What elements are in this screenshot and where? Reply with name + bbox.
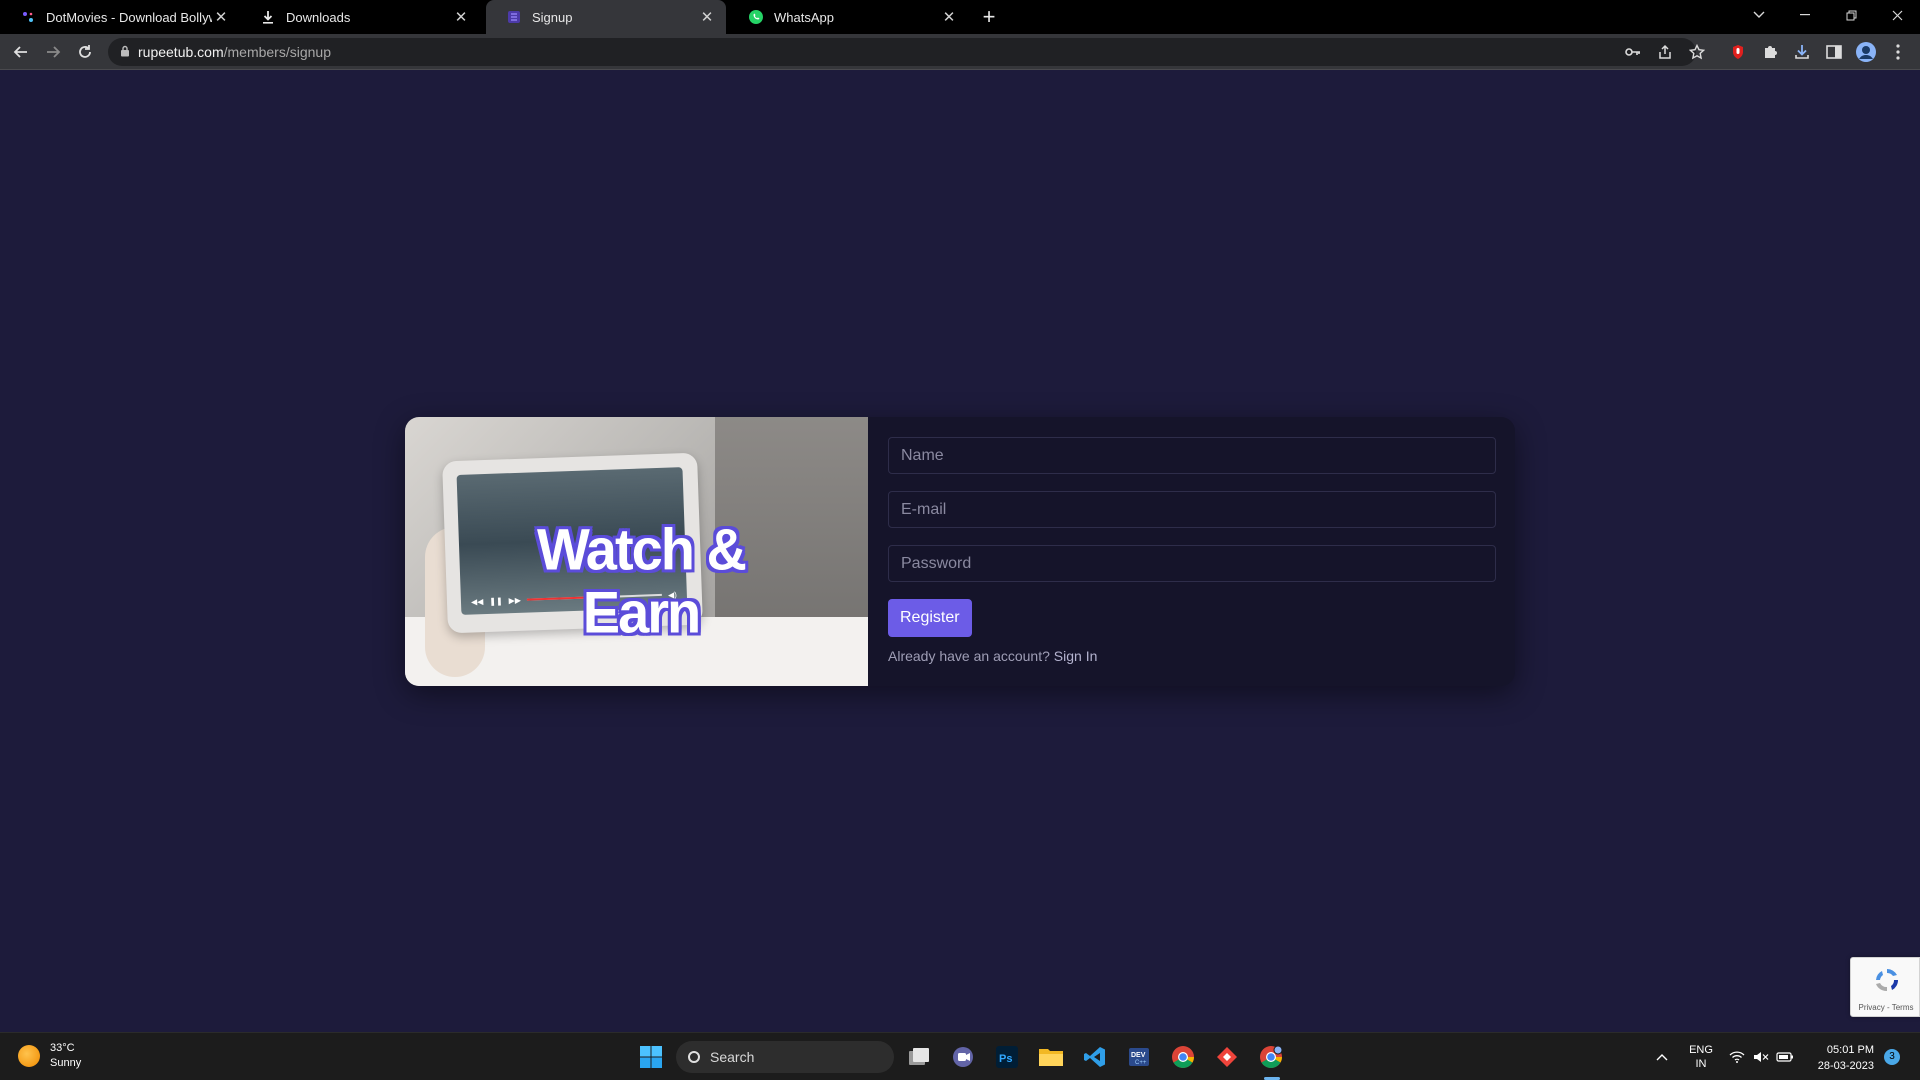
register-button[interactable]: Register [888,599,972,637]
close-window-icon[interactable] [1874,0,1920,30]
file-explorer-icon[interactable] [1036,1042,1066,1072]
language-label: ENG [1689,1044,1713,1056]
menu-kebab-icon[interactable] [1886,40,1910,64]
weather-desc: Sunny [50,1057,82,1069]
region-label: IN [1695,1058,1707,1070]
chrome-profile-icon[interactable] [1256,1042,1286,1072]
tab-downloads[interactable]: Downloads ✕ [240,0,480,34]
tab-title: WhatsApp [774,9,834,25]
url-host: rupeetub.com [138,44,224,60]
password-field[interactable] [888,545,1496,582]
clock-date: 28-03-2023 [1817,1060,1874,1072]
url-path: /members/signup [223,44,331,60]
sun-icon [18,1045,40,1067]
tab-search-icon[interactable] [1736,0,1782,30]
clock-time: 05:01 PM [1826,1044,1874,1056]
system-clock[interactable]: 05:01 PM 28-03-2023 [1806,1042,1874,1074]
tab-dotmovies[interactable]: DotMovies - Download Bollywoo ✕ [0,0,240,34]
tab-title: Downloads [286,9,351,25]
tab-whatsapp[interactable]: WhatsApp ✕ [728,0,968,34]
vscode-icon[interactable] [1080,1042,1110,1072]
svg-text:DEV: DEV [1131,1052,1146,1059]
signup-form: Register Already have an account? Sign I… [888,437,1496,664]
bookmark-star-icon[interactable] [1685,40,1709,64]
battery-icon[interactable] [1774,1033,1796,1080]
recaptcha-terms[interactable]: Privacy - Terms [1851,1003,1920,1012]
recaptcha-icon [1876,968,1899,992]
side-panel-icon[interactable] [1822,40,1846,64]
photoshop-icon[interactable]: Ps [992,1042,1022,1072]
show-hidden-icons-chevron-icon[interactable] [1650,1033,1674,1080]
devc-icon[interactable]: DEV C++ [1124,1042,1154,1072]
signup-card: ◀◀ ❚❚ ▶▶ ◀) Watch & Earn Register Alread… [405,417,1515,686]
signin-prompt-text: Already have an account? [888,648,1050,664]
signin-link[interactable]: Sign In [1054,648,1098,664]
extensions-puzzle-icon[interactable] [1758,40,1782,64]
tab-signup[interactable]: Signup ✕ [486,0,726,34]
profile-avatar-icon[interactable] [1854,40,1878,64]
dotmovies-icon [20,9,36,25]
chrome-icon[interactable] [1168,1042,1198,1072]
tab-title: DotMovies - Download Bollywoo [46,9,212,25]
name-field[interactable] [888,437,1496,474]
start-windows-icon[interactable] [636,1042,666,1072]
forward-icon[interactable] [40,39,66,65]
new-tab-button[interactable]: + [976,4,1002,30]
anydesk-icon[interactable] [1212,1042,1242,1072]
rupeetub-icon [506,9,522,25]
volume-muted-icon[interactable] [1750,1033,1772,1080]
wifi-icon[interactable] [1726,1033,1748,1080]
close-tab-icon[interactable]: ✕ [212,8,230,26]
key-icon[interactable] [1621,40,1645,64]
rewind-icon: ◀◀ [470,596,484,607]
whatsapp-icon [748,9,764,25]
hero-image: ◀◀ ❚❚ ▶▶ ◀) Watch & Earn [405,417,868,686]
svg-text:C++: C++ [1135,1060,1147,1066]
svg-text:Ps: Ps [999,1053,1012,1065]
recaptcha-badge[interactable]: Privacy - Terms [1850,957,1920,1017]
minimize-icon[interactable] [1782,0,1828,30]
download-icon [260,9,276,25]
extension-shield-icon[interactable] [1726,40,1750,64]
lock-icon[interactable] [120,45,130,60]
search-label: Search [710,1049,755,1065]
email-field[interactable] [888,491,1496,528]
weather-temp: 33°C [50,1042,75,1054]
reload-icon[interactable] [72,39,98,65]
browser-toolbar: rupeetub.com/members/signup [0,34,1920,70]
downloads-icon[interactable] [1790,40,1814,64]
close-tab-icon[interactable]: ✕ [698,8,716,26]
language-indicator[interactable]: ENG IN [1686,1033,1716,1080]
windows-taskbar: 33°C Sunny Search Ps DEV C++ ENG IN 05:0… [0,1032,1920,1080]
browser-tab-bar: DotMovies - Download Bollywoo ✕ Download… [0,0,1920,34]
tab-title: Signup [532,9,573,25]
search-icon [688,1051,700,1063]
back-icon[interactable] [8,39,34,65]
teams-chat-icon[interactable] [948,1042,978,1072]
restore-icon[interactable] [1828,0,1874,30]
hero-tagline: Watch & Earn [537,515,747,646]
weather-widget[interactable]: 33°C Sunny [18,1041,81,1071]
close-tab-icon[interactable]: ✕ [940,8,958,26]
share-icon[interactable] [1653,40,1677,64]
address-bar[interactable]: rupeetub.com/members/signup [108,38,1696,66]
close-tab-icon[interactable]: ✕ [452,8,470,26]
notification-badge[interactable]: 3 [1884,1049,1900,1065]
signin-prompt: Already have an account? Sign In [888,648,1496,664]
task-view-icon[interactable] [904,1042,934,1072]
taskbar-search[interactable]: Search [676,1041,894,1073]
